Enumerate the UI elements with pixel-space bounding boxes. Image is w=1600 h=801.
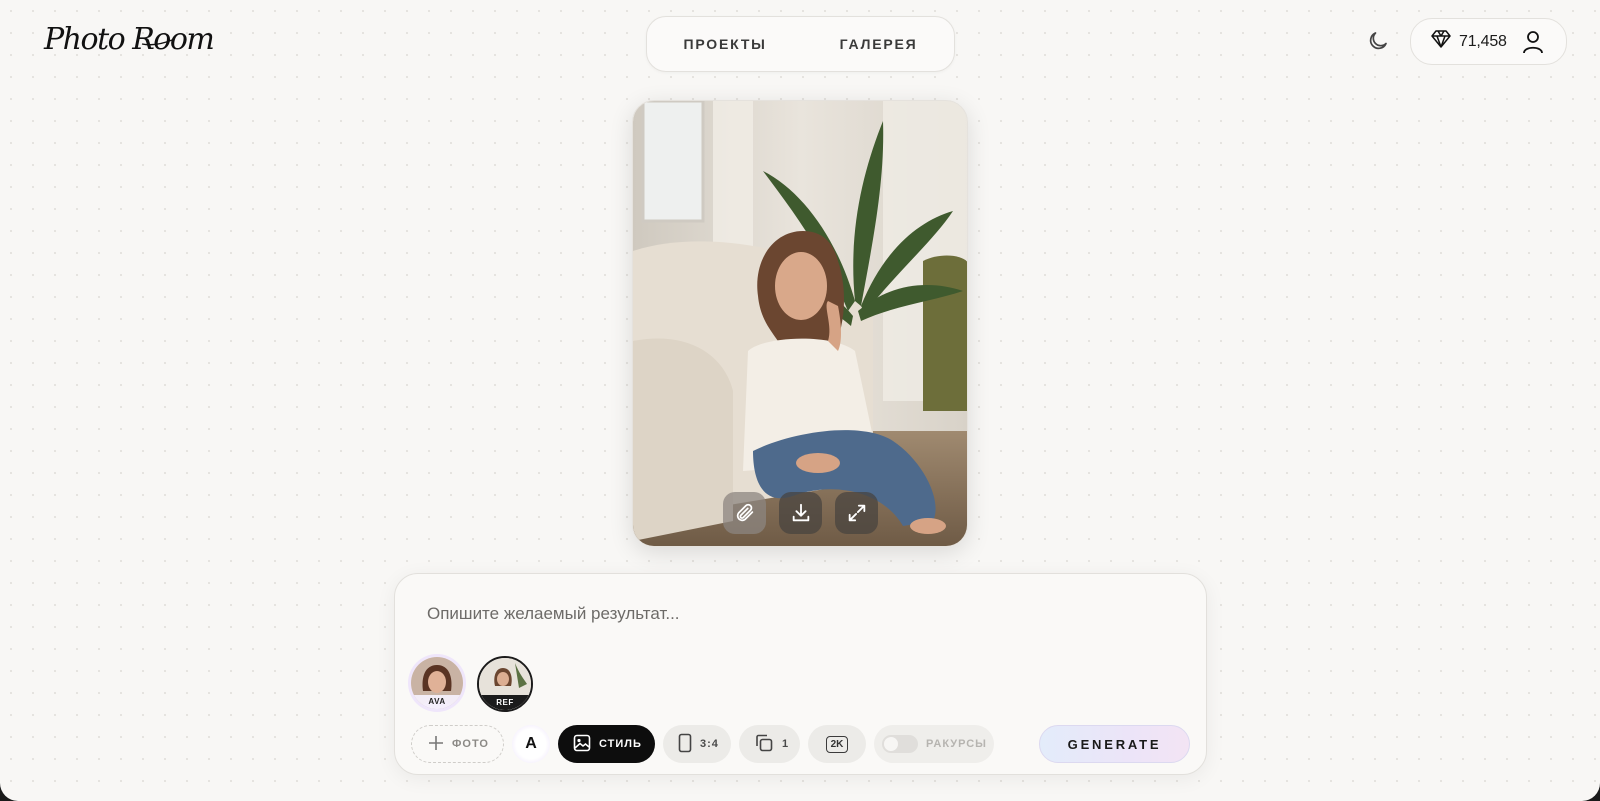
avatar-thumbnail[interactable]: AVA [411,657,463,709]
plus-icon [428,735,444,754]
download-icon[interactable] [779,492,822,534]
generate-button[interactable]: GENERATE [1039,725,1190,763]
angles-label: РАКУРСЫ [926,738,987,750]
photoroom-logo[interactable]: Photo Room [44,14,215,62]
prompt-composer: AVA REF ФОТО A [394,573,1207,775]
card-actions [723,492,878,534]
aspect-ratio-value: 3:4 [700,738,719,750]
angles-toggle[interactable]: РАКУРСЫ [874,725,994,763]
diamond-icon [1431,30,1451,53]
logo-underline-flourish [141,39,173,46]
image-count-value: 1 [782,738,790,750]
style-label: СТИЛЬ [599,738,642,750]
composer-toolbar: ФОТО A СТИЛЬ 3:4 1 2K РАКУРСЫ GENERATE [411,725,1190,763]
top-nav: ПРОЕКТЫ ГАЛЕРЕЯ [646,16,955,72]
generated-photo [633,101,967,546]
credits-count: 71,458 [1459,32,1507,50]
copy-icon [754,733,774,756]
image-icon [573,734,591,755]
moon-icon[interactable] [1366,29,1390,53]
resolution-button[interactable]: 2K [808,725,866,763]
prompt-input[interactable] [427,600,1167,628]
generate-label: GENERATE [1067,736,1162,752]
nav-projects[interactable]: ПРОЕКТЫ [673,30,776,58]
user-icon[interactable] [1522,30,1544,59]
app-page: Photo Room ПРОЕКТЫ ГАЛЕРЕЯ 71,458 Опишит… [0,0,1600,801]
add-photo-label: ФОТО [452,738,489,750]
font-style-button[interactable]: A [512,725,550,763]
resolution-value: 2K [825,735,849,753]
style-button[interactable]: СТИЛЬ [558,725,655,763]
font-style-label: A [525,735,537,752]
portrait-frame-icon [678,733,692,756]
expand-icon[interactable] [835,492,878,534]
generated-image-card[interactable] [632,100,968,547]
angles-switch[interactable] [882,735,918,753]
nav-gallery[interactable]: ГАЛЕРЕЯ [830,30,928,58]
account-pill[interactable]: 71,458 [1410,18,1567,65]
image-count-button[interactable]: 1 [739,725,800,763]
reference-thumbnail[interactable]: REF [477,656,533,712]
paperclip-icon[interactable] [723,492,766,534]
angles-switch-knob [884,737,898,751]
add-photo-button[interactable]: ФОТО [411,725,504,763]
avatar-label: AVA [411,695,463,709]
reference-label: REF [479,695,531,710]
aspect-ratio-button[interactable]: 3:4 [663,725,731,763]
